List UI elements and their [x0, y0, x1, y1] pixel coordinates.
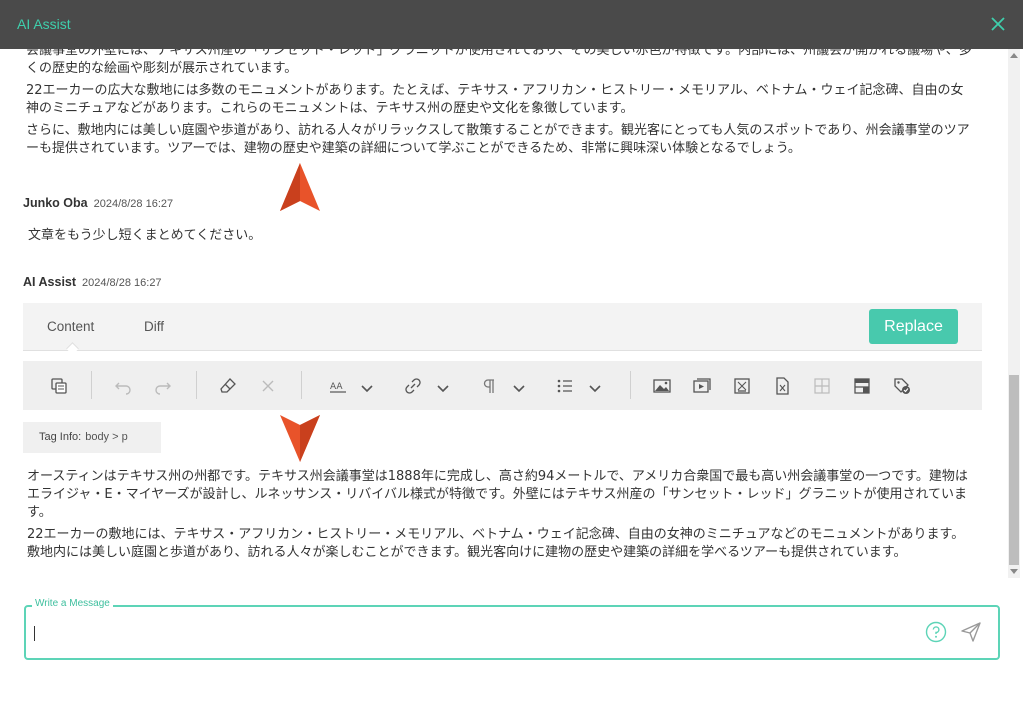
list-icon[interactable] — [555, 376, 575, 396]
toolbar-divider — [91, 371, 92, 399]
eraser-icon[interactable] — [218, 376, 238, 396]
svg-text:AA: AA — [330, 382, 343, 392]
chevron-down-icon[interactable] — [513, 380, 525, 393]
user-name: Junko Oba — [23, 196, 88, 210]
ai-message-header: AI Assist 2024/8/28 16:27 — [23, 275, 162, 289]
image-icon[interactable] — [652, 376, 672, 396]
replace-button[interactable]: Replace — [869, 309, 958, 344]
message-input[interactable] — [24, 605, 1000, 660]
table-icon[interactable] — [812, 376, 832, 396]
message-input-label: Write a Message — [32, 598, 113, 609]
file-icon[interactable] — [772, 376, 792, 396]
window-title: AI Assist — [17, 16, 71, 32]
editor-tabs: Content Diff Replace — [23, 303, 982, 355]
tag-info-label: Tag Info: — [39, 431, 82, 443]
layout-icon[interactable] — [852, 376, 872, 396]
close-icon[interactable] — [987, 13, 1009, 35]
output-paragraph: 22エーカーの敷地には、テキサス・アフリカン・ヒストリー・メモリアル、ベトナム・… — [27, 527, 965, 560]
text-caret — [34, 626, 35, 641]
tab-diff[interactable]: Diff — [144, 319, 164, 334]
editor-toolbar: AA — [23, 361, 982, 410]
prev-ai-message: 会議事堂の外壁には、テキサス州産の「サンセット・レッド」グラニットが使用されてお… — [26, 49, 976, 162]
chevron-down-icon[interactable] — [589, 380, 601, 393]
chevron-down-icon[interactable] — [437, 380, 449, 393]
link-icon[interactable] — [403, 376, 423, 396]
close-icon[interactable] — [258, 376, 278, 396]
ai-name: AI Assist — [23, 275, 77, 289]
ai-timestamp: 2024/8/28 16:27 — [82, 277, 162, 289]
redo-icon[interactable] — [153, 376, 173, 396]
undo-icon[interactable] — [113, 376, 133, 396]
scroll-up-icon[interactable] — [1010, 53, 1018, 58]
prev-ai-paragraph: さらに、敷地内には美しい庭園や歩道があり、訪れる人々がリラックスして散策すること… — [26, 123, 970, 156]
arrow-up-marker-icon — [280, 163, 320, 211]
tag-info: Tag Info: body > p — [23, 422, 161, 453]
editor-content[interactable]: オースティンはテキサス州の州都です。テキサス州会議事堂は1888年に完成し、高さ… — [27, 468, 977, 566]
toolbar-divider — [301, 371, 302, 399]
send-icon[interactable] — [959, 620, 983, 644]
toolbar-divider — [630, 371, 631, 399]
user-message: 文章をもう少し短くまとめてください。 — [28, 228, 262, 243]
prev-ai-paragraph: 22エーカーの広大な敷地には多数のモニュメントがあります。たとえば、テキサス・ア… — [26, 83, 964, 116]
font-size-icon[interactable]: AA — [328, 376, 348, 396]
video-icon[interactable] — [692, 376, 712, 396]
scroll-down-icon[interactable] — [1010, 569, 1018, 574]
tab-content[interactable]: Content — [47, 319, 94, 334]
vertical-scrollbar[interactable] — [1008, 49, 1020, 578]
template-icon[interactable] — [49, 376, 69, 396]
user-message-header: Junko Oba 2024/8/28 16:27 — [23, 196, 173, 210]
chevron-down-icon[interactable] — [361, 380, 373, 393]
text-block-icon[interactable] — [732, 376, 752, 396]
output-paragraph: オースティンはテキサス州の州都です。テキサス州会議事堂は1888年に完成し、高さ… — [27, 469, 968, 520]
active-tab-indicator — [66, 342, 79, 355]
tag-info-path: body > p — [85, 431, 128, 443]
tag-check-icon[interactable] — [892, 376, 912, 396]
help-icon[interactable] — [925, 621, 947, 643]
paragraph-icon[interactable] — [479, 376, 499, 396]
user-timestamp: 2024/8/28 16:27 — [93, 198, 174, 210]
title-bar: AI Assist — [0, 0, 1023, 49]
arrow-down-marker-icon — [280, 415, 320, 462]
toolbar-divider — [196, 371, 197, 399]
scroll-thumb[interactable] — [1009, 375, 1019, 565]
chat-history[interactable]: 会議事堂の外壁には、テキサス州産の「サンセット・レッド」グラニットが使用されてお… — [0, 49, 1008, 578]
prev-ai-paragraph: 会議事堂の外壁には、テキサス州産の「サンセット・レッド」グラニットが使用されてお… — [26, 49, 972, 76]
